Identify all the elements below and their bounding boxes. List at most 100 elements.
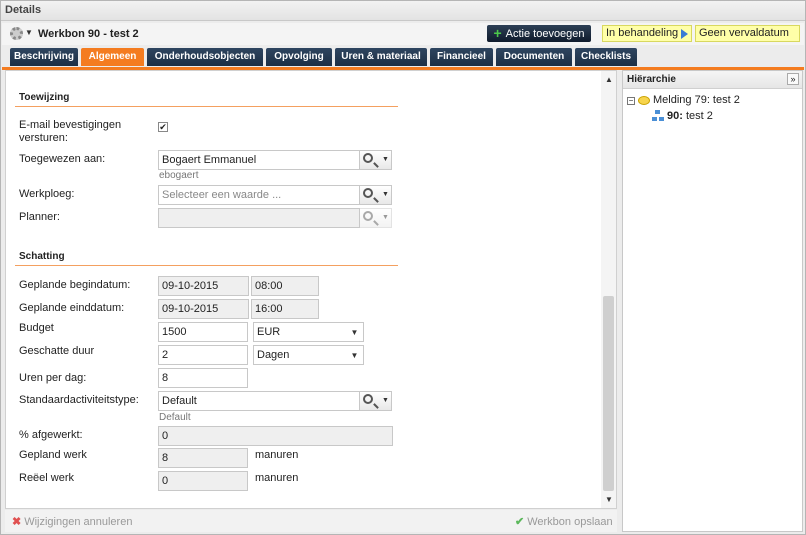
budget-input[interactable]: 1500 [158,322,248,342]
chevron-down-icon: ▼ [382,156,389,163]
tree-node-workbon-id: 90: [667,110,683,122]
collapse-icon[interactable]: » [787,73,799,85]
divider [15,106,398,107]
chevron-down-icon: ▼ [350,351,359,360]
plus-icon: + [493,25,502,41]
chevron-down-icon: ▼ [382,214,389,221]
window-title: Details [5,4,42,16]
tab-checklists[interactable]: Checklists [575,48,637,66]
details-window: Details ▼ Werkbon 90 - test 2 + Actie toe… [0,0,806,535]
close-icon: ✖ [12,516,22,528]
start-date-field[interactable]: 09-10-2015 [158,276,249,296]
duration-input[interactable]: 2 [158,345,248,365]
start-time-field[interactable]: 08:00 [251,276,319,296]
email-label: E-mail bevestigingen versturen: [19,119,122,144]
currency-value: EUR [257,326,281,338]
chevron-down-icon[interactable]: ▼ [25,28,33,37]
actual-work-label: Reëel werk [19,472,75,484]
tree-node-workbon[interactable]: 90: test 2 [667,110,713,122]
search-icon [363,188,373,198]
status-label: In behandeling [606,27,679,39]
status-badge[interactable]: In behandeling [602,25,692,42]
vertical-scrollbar[interactable]: ▲ ▼ [601,71,616,508]
planner-label: Planner: [19,211,60,223]
activity-sub: Default [159,412,191,423]
activity-field[interactable]: Default [158,391,360,411]
search-icon [363,394,373,404]
tab-algemeen[interactable]: Algemeen [81,48,144,66]
assigned-username: ebogaert [159,170,199,181]
footer-bar: ✖ Wijzigingen annuleren ✔ Werkbon opslaan [5,510,617,532]
gear-icon[interactable] [10,27,23,40]
currency-select[interactable]: EUR ▼ [253,322,364,342]
hierarchy-header: Hiërarchie » [623,71,802,89]
tab-uren-materiaal[interactable]: Uren & materiaal [335,48,427,66]
workbon-title: Werkbon 90 - test 2 [38,28,139,40]
tab-opvolging[interactable]: Opvolging [266,48,332,66]
estimate-section-title: Schatting [19,251,65,262]
save-workbon-button[interactable]: ✔ Werkbon opslaan [515,515,613,528]
chevron-down-icon: ▼ [382,191,389,198]
hierarchy-title: Hiërarchie [627,74,676,85]
activity-lookup-button[interactable]: ▼ [359,391,392,411]
tab-documenten[interactable]: Documenten [496,48,572,66]
add-action-button[interactable]: + Actie toevoegen [487,25,591,42]
tab-financieel[interactable]: Financieel [430,48,493,66]
email-checkbox[interactable]: ✔ [158,122,168,132]
assigned-label: Toegewezen aan: [19,153,106,165]
tab-beschrijving[interactable]: Beschrijving [10,48,78,66]
planned-work-label: Gepland werk [19,449,87,461]
duration-label: Geschatte duur [19,345,95,357]
arrow-down-icon[interactable]: ▼ [605,495,613,504]
toolbar: ▼ Werkbon 90 - test 2 + Actie toevoegen I… [2,23,804,45]
hours-label: Uren per dag: [19,372,87,384]
planned-work-unit: manuren [255,449,299,461]
scrollbar-thumb[interactable] [603,296,614,491]
cancel-label: Wijzigingen annuleren [24,516,133,528]
org-chart-icon [652,110,664,122]
hierarchy-panel: Hiërarchie » − Melding 79: test 2 90: te… [622,70,803,532]
start-date-label: Geplande begindatum: [19,279,131,291]
tab-onderhoudsobjecten[interactable]: Onderhoudsobjecten [147,48,263,66]
planner-lookup-button: ▼ [359,208,392,228]
chevron-down-icon: ▼ [350,328,359,337]
tree-collapse-icon[interactable]: − [627,97,635,105]
planned-work-field: 8 [158,448,248,468]
end-time-field[interactable]: 16:00 [251,299,319,319]
save-label: Werkbon opslaan [527,516,613,528]
assigned-field[interactable]: Bogaert Emmanuel [158,150,360,170]
due-label: Geen vervaldatum [699,27,789,39]
tree-node-workbon-label: test 2 [685,110,713,122]
team-lookup-button[interactable]: ▼ [359,185,392,205]
actual-work-unit: manuren [255,472,299,484]
speech-bubble-icon [638,96,650,105]
chevron-down-icon: ▼ [382,397,389,404]
cancel-changes-button[interactable]: ✖ Wijzigingen annuleren [12,515,132,528]
arrow-up-icon[interactable]: ▲ [605,75,613,84]
form-panel: Toewijzing E-mail bevestigingen versture… [5,70,617,509]
search-icon [363,211,373,221]
budget-label: Budget [19,322,54,334]
title-bar: Details [1,1,805,21]
divider [15,265,398,266]
duration-unit-select[interactable]: Dagen ▼ [253,345,364,365]
due-date-badge: Geen vervaldatum [695,25,800,42]
tab-bar: Beschrijving Algemeen Onderhoudsobjecten… [2,47,637,67]
tree-node-melding[interactable]: Melding 79: test 2 [653,94,740,106]
team-field[interactable]: Selecteer een waarde ... [158,185,360,205]
end-date-field[interactable]: 09-10-2015 [158,299,249,319]
planner-field [158,208,360,228]
arrow-right-icon [681,29,688,39]
check-icon: ✔ [515,516,525,528]
search-icon [363,153,373,163]
add-action-label: Actie toevoegen [505,28,585,40]
duration-unit-value: Dagen [257,349,290,361]
hours-input[interactable]: 8 [158,368,248,388]
assignment-section-title: Toewijzing [19,92,70,103]
activity-label: Standaardactiviteitstype: [19,394,139,406]
percent-field: 0 [158,426,393,446]
team-label: Werkploeg: [19,188,75,200]
assigned-lookup-button[interactable]: ▼ [359,150,392,170]
percent-label: % afgewerkt: [19,429,83,441]
actual-work-field: 0 [158,471,248,491]
